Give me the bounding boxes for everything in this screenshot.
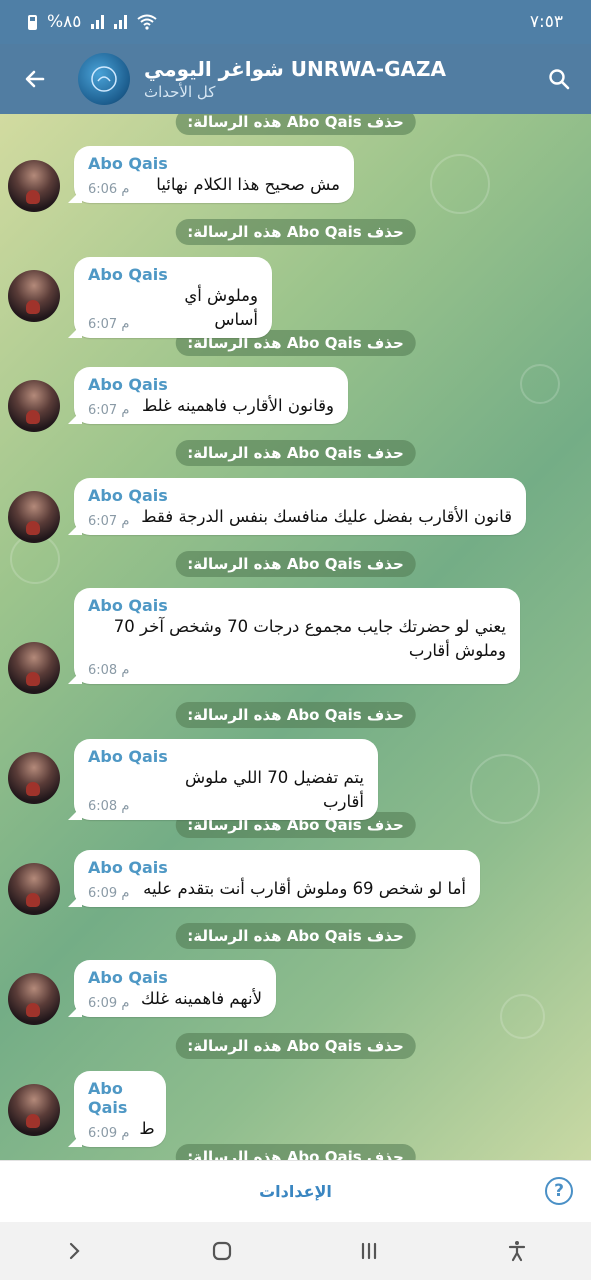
chat-area[interactable]: حذف Abo Qais هذه الرسالة: حذف Abo Qais ه… [0,114,591,1160]
sender-avatar[interactable] [8,491,60,543]
message-bubble[interactable]: Abo Qais 6:07 م وقانون الأقارب فاهمينه غل… [74,367,348,424]
signal-icon [91,15,105,29]
sender-avatar[interactable] [8,642,60,694]
signal-icon-2 [114,15,128,29]
sender-name[interactable]: Abo Qais [88,375,334,394]
deleted-notice: حذف Abo Qais هذه الرسالة: [175,923,416,949]
message-text: وقانون الأقارب فاهمينه غلط [142,396,334,415]
channel-footer: الإعدادات ? [0,1160,591,1222]
channel-logo-icon [91,66,117,92]
message-bubble[interactable]: Abo Qais 6:06 م مش صحيح هذا الكلام نهائيا [74,146,354,203]
message-text: أما لو شخص 69 وملوش أقارب أنت بتقدم عليه [143,879,466,898]
message-text: مش صحيح هذا الكلام نهائيا [156,175,340,194]
sender-avatar[interactable] [8,752,60,804]
sender-name[interactable]: Abo Qais [88,747,364,766]
message-bubble[interactable]: Abo Qais يعني لو حضرتك جايب مجموع درجات … [74,588,520,684]
chat-subtitle: كل الأحداث [144,83,216,101]
clock: ٧:٥٣ [529,12,563,32]
deleted-notice: حذف Abo Qais هذه الرسالة: [175,440,416,466]
message-text: ط [139,1119,155,1138]
settings-button[interactable]: الإعدادات [259,1182,332,1201]
message-text: لأنهم فاهمينه غلك [140,989,262,1008]
channel-avatar[interactable] [78,53,130,105]
sender-name[interactable]: Abo Qais [88,486,512,505]
sender-avatar[interactable] [8,160,60,212]
sender-name[interactable]: Abo Qais [88,968,262,987]
deleted-notice: حذف Abo Qais هذه الرسالة: [175,114,416,135]
arrow-left-icon [25,70,45,88]
message-bubble[interactable]: Abo Qais 6:07 م قانون الأقارب بفضل عليك م… [74,478,526,535]
chevron-right-icon[interactable] [62,1239,86,1263]
sender-avatar[interactable] [8,863,60,915]
home-icon[interactable] [210,1239,234,1263]
deleted-notice: حذف Abo Qais هذه الرسالة: [175,702,416,728]
deleted-notice: حذف Abo Qais هذه الرسالة: [175,1033,416,1059]
message-time: 6:09 م [88,996,130,1011]
battery-icon [28,14,37,30]
message-time: 6:07 م [88,514,130,529]
back-button[interactable] [0,44,70,114]
message-text: قانون الأقارب بفضل عليك منافسك بنفس الدر… [141,507,512,526]
deleted-notice: حذف Abo Qais هذه الرسالة: [175,551,416,577]
recents-icon[interactable] [357,1239,381,1263]
message-time: 6:09 م [88,1126,130,1141]
message-time: 6:06 م [88,182,130,197]
message-text: وملوش أي أساس [184,286,258,329]
sender-avatar[interactable] [8,973,60,1025]
message-time: 6:08 م [88,799,130,814]
deleted-notice: حذف Abo Qais هذه الرسالة: [175,219,416,245]
search-icon [549,69,570,90]
sender-name[interactable]: Abo Qais [88,858,466,877]
message-bubble[interactable]: Abo Qais 6:08 م يتم تفضيل 70 اللي ملوش أق… [74,739,378,820]
sender-avatar[interactable] [8,380,60,432]
message-bubble[interactable]: Abo Qais 6:09 م ط [74,1071,166,1147]
accessibility-icon[interactable] [505,1239,529,1263]
help-circle-icon[interactable]: ? [545,1177,573,1205]
message-time: 6:09 م [88,886,130,901]
sender-avatar[interactable] [8,270,60,322]
message-bubble[interactable]: Abo Qais 6:09 م أما لو شخص 69 وملوش أقارب… [74,850,480,907]
status-left: %٨٥ [28,12,158,32]
sender-avatar[interactable] [8,1084,60,1136]
sender-name[interactable]: Abo Qais [88,154,340,173]
chat-titles[interactable]: شواغر اليومي UNRWA-GAZA كل الأحداث [130,57,527,101]
system-nav-bar [0,1222,591,1280]
sender-name[interactable]: Abo Qais [88,265,258,284]
message-time: 6:07 م [88,403,130,418]
battery-percent: %٨٥ [47,12,82,32]
message-text: يعني لو حضرتك جايب مجموع درجات 70 وشخص آ… [113,617,506,660]
search-button[interactable] [527,44,591,114]
message-text: يتم تفضيل 70 اللي ملوش أقارب [184,768,364,811]
wifi-icon [137,14,158,30]
sender-name[interactable]: Abo Qais [88,1079,152,1117]
message-bubble[interactable]: Abo Qais 6:09 م لأنهم فاهمينه غلك [74,960,276,1017]
message-time: 6:08 م [88,663,130,678]
deleted-notice: حذف Abo Qais هذه الرسالة: [175,1144,416,1160]
sender-name[interactable]: Abo Qais [88,596,506,615]
status-bar: %٨٥ ٧:٥٣ [0,0,591,44]
chat-title: شواغر اليومي UNRWA-GAZA [144,57,446,81]
app-bar: شواغر اليومي UNRWA-GAZA كل الأحداث [0,44,591,114]
message-bubble[interactable]: Abo Qais 6:07 م وملوش أي أساس [74,257,272,338]
message-time: 6:07 م [88,317,130,332]
